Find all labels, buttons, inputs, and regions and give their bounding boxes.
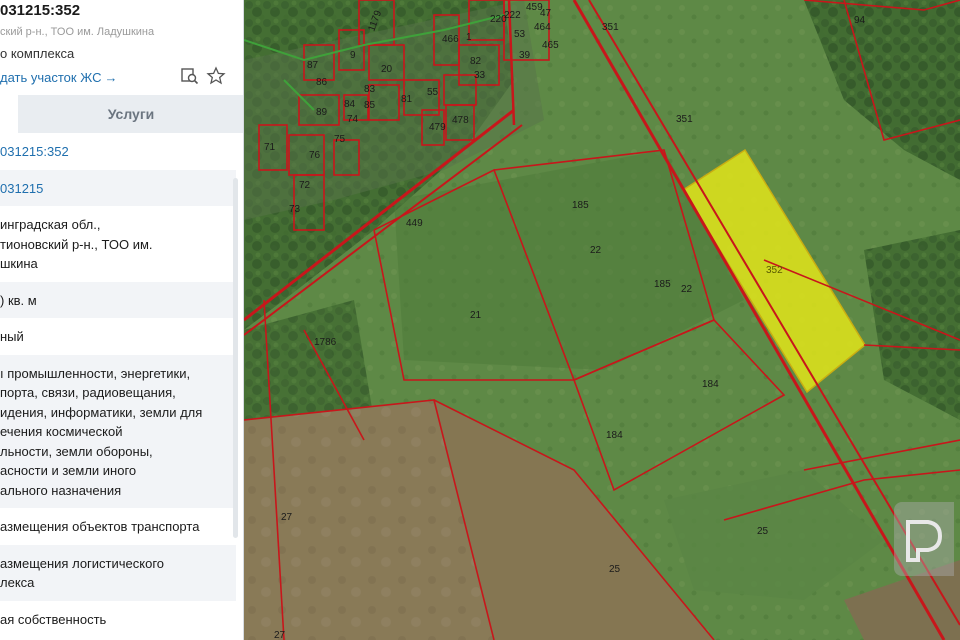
parcel-cadastral-number-title: 031215:352 bbox=[0, 2, 81, 19]
attribute-row-text: ) кв. м bbox=[0, 292, 37, 308]
attribute-row-text: инградская обл., bbox=[0, 217, 101, 232]
parcel-label-81: 81 bbox=[401, 94, 413, 105]
attribute-row-text: азмещения объектов транспорта bbox=[0, 519, 200, 534]
attribute-row-text: тионовский р-н., ТОО им. bbox=[0, 236, 153, 252]
attribute-row-text: ечения космической bbox=[0, 424, 123, 439]
tab-info[interactable] bbox=[0, 95, 18, 133]
parcel-label-55: 55 bbox=[427, 87, 439, 98]
parcel-label-27: 27 bbox=[281, 512, 293, 523]
attribute-row-text: льности, земли обороны, bbox=[0, 443, 153, 459]
parcel-label-465: 465 bbox=[542, 40, 559, 51]
panel-tabs: Услуги bbox=[0, 95, 243, 133]
parcel-label-184: 184 bbox=[702, 379, 719, 390]
cadastral-map[interactable]: 351 94 351 185 22 185 22 449 21 1786 184… bbox=[244, 0, 960, 640]
parcel-label-86: 86 bbox=[316, 77, 328, 88]
parcel-label-184b: 184 bbox=[606, 430, 623, 441]
attribute-row-text: шкина bbox=[0, 256, 38, 271]
attribute-row: инградская обл., тионовский р-н., ТОО им.… bbox=[0, 206, 236, 282]
parcel-label-75: 75 bbox=[334, 134, 346, 145]
attribute-row-text: ı промышленности, энергетики, bbox=[0, 365, 191, 381]
parcel-info-panel: 031215:352 ский р-н., ТОО им. Ладушкина … bbox=[0, 0, 244, 640]
attribute-row: ный bbox=[0, 318, 236, 355]
attribute-row-text: ая собственность bbox=[0, 611, 107, 627]
parcel-label-72: 72 bbox=[299, 180, 311, 191]
attribute-row-link[interactable]: 031215 bbox=[0, 169, 236, 206]
parcel-label-25b: 25 bbox=[609, 564, 621, 575]
attribute-row-text: лекса bbox=[0, 575, 35, 590]
attribute-row: ı промышленности, энергетики, порта, связ… bbox=[0, 354, 236, 508]
attribute-row-text: 031215 bbox=[0, 180, 44, 196]
parcel-label-84: 84 bbox=[344, 99, 356, 110]
parcel-label-22: 22 bbox=[590, 245, 602, 256]
parcel-label-39: 39 bbox=[519, 50, 531, 61]
parcel-label-27b: 27 bbox=[274, 630, 286, 640]
parcel-label-76: 76 bbox=[309, 150, 321, 161]
parcel-label-20: 20 bbox=[381, 64, 393, 75]
parcel-label-9: 9 bbox=[350, 50, 356, 61]
arrow-right-icon: → bbox=[104, 70, 118, 85]
attribute-row-text: порта, связи, радиовещания, bbox=[0, 385, 176, 400]
attribute-row-text: асности и земли иного bbox=[0, 463, 137, 478]
parcel-label-47: 47 bbox=[540, 8, 552, 19]
selected-parcel-label-352: 352 bbox=[766, 265, 783, 276]
create-build-plot-link-label: дать участок ЖС bbox=[0, 70, 102, 85]
parcel-label-1786: 1786 bbox=[314, 337, 337, 348]
parcel-label-351: 351 bbox=[602, 22, 619, 33]
satellite-map-layer: 351 94 351 185 22 185 22 449 21 1786 184… bbox=[244, 0, 960, 640]
parcel-label-220: 220 bbox=[490, 14, 507, 25]
parcel-label-351b: 351 bbox=[676, 114, 693, 125]
parcel-label-85: 85 bbox=[364, 100, 376, 111]
create-build-plot-link[interactable]: дать участок ЖС → bbox=[0, 70, 117, 85]
parcel-label-71: 71 bbox=[264, 142, 276, 153]
parcel-label-82: 82 bbox=[470, 56, 482, 67]
parcel-label-21: 21 bbox=[470, 310, 482, 321]
parcel-label-464: 464 bbox=[534, 22, 551, 33]
parcel-label-74: 74 bbox=[347, 114, 359, 125]
attribute-row-link[interactable]: 031215:352 bbox=[0, 133, 236, 170]
parcel-label-73: 73 bbox=[289, 204, 301, 215]
parcel-label-449: 449 bbox=[406, 218, 423, 229]
parcel-kind-text: о комплекса bbox=[0, 46, 75, 61]
parcel-address-subtitle: ский р-н., ТОО им. Ладушкина bbox=[0, 26, 155, 38]
parcel-attributes-list: 031215:352 031215 инградская обл., тионовск… bbox=[0, 133, 243, 638]
tab-services[interactable]: Услуги bbox=[18, 95, 243, 133]
star-icon[interactable] bbox=[206, 66, 226, 86]
parcel-label-1: 1 bbox=[466, 32, 472, 43]
parcel-label-22b: 22 bbox=[681, 284, 693, 295]
parcel-label-185: 185 bbox=[572, 200, 589, 211]
parcel-label-94: 94 bbox=[854, 15, 866, 26]
attribute-row: азмещения логистического лекса bbox=[0, 544, 236, 601]
attribute-row-text: ального назначения bbox=[0, 482, 122, 498]
watermark-logo-icon bbox=[894, 502, 954, 576]
attribute-row-text: 031215:352 bbox=[0, 144, 69, 159]
parcel-label-53: 53 bbox=[514, 29, 526, 40]
panel-scrollbar[interactable] bbox=[233, 178, 238, 538]
attribute-row: азмещения объектов транспорта bbox=[0, 508, 236, 545]
attribute-row-text: идения, информатики, земли для bbox=[0, 404, 203, 420]
parcel-label-479: 479 bbox=[429, 122, 446, 133]
parcel-label-185b: 185 bbox=[654, 279, 671, 290]
attribute-row-text: азмещения логистического bbox=[0, 555, 165, 571]
parcel-label-83: 83 bbox=[364, 84, 376, 95]
parcel-label-87: 87 bbox=[307, 60, 319, 71]
map-search-icon[interactable] bbox=[180, 66, 200, 86]
parcel-label-33: 33 bbox=[474, 70, 486, 81]
attribute-row-text: ный bbox=[0, 329, 24, 344]
parcel-label-466: 466 bbox=[442, 34, 459, 45]
parcel-label-89: 89 bbox=[316, 107, 328, 118]
parcel-label-478: 478 bbox=[452, 115, 469, 126]
attribute-row: ая собственность bbox=[0, 601, 236, 638]
attribute-row: ) кв. м bbox=[0, 281, 236, 318]
parcel-label-25: 25 bbox=[757, 526, 769, 537]
